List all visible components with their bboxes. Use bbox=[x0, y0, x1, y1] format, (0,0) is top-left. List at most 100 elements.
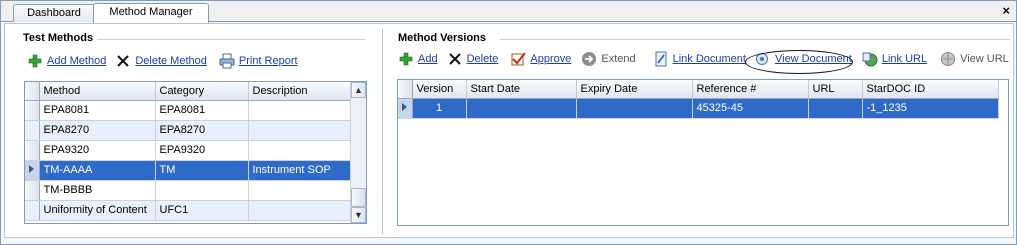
table-row-selected[interactable]: TM-AAAA TM Instrument SOP bbox=[25, 160, 352, 181]
start-date-cell[interactable] bbox=[466, 98, 577, 119]
link-url-button[interactable]: Link URL bbox=[862, 51, 927, 67]
method-versions-toolbar: Add Delete Approve Extend Link Document … bbox=[398, 51, 1017, 67]
method-cell[interactable]: EPA8081 bbox=[39, 100, 156, 121]
extend-button[interactable]: Extend bbox=[581, 51, 636, 67]
scroll-down-button[interactable]: ▼ bbox=[351, 207, 366, 223]
method-versions-grid: Version Start Date Expiry Date Reference… bbox=[397, 79, 1009, 226]
approve-check-icon bbox=[510, 51, 527, 67]
method-cell[interactable]: EPA8270 bbox=[39, 120, 156, 141]
row-selector[interactable] bbox=[25, 100, 40, 121]
view-url-button[interactable]: View URL bbox=[940, 51, 1009, 67]
expiry-date-cell[interactable] bbox=[576, 98, 693, 119]
extend-arrow-icon bbox=[581, 51, 597, 67]
approve-button[interactable]: Approve bbox=[510, 51, 571, 67]
column-header-start-date[interactable]: Start Date bbox=[466, 80, 577, 99]
link-document-label: Link Document bbox=[672, 53, 746, 65]
delete-version-label: Delete bbox=[466, 53, 499, 65]
row-selector[interactable] bbox=[25, 140, 40, 161]
category-cell[interactable]: EPA8270 bbox=[155, 120, 249, 141]
tab-dashboard[interactable]: Dashboard bbox=[13, 4, 95, 22]
column-header-stardoc-id[interactable]: StarDOC ID bbox=[862, 80, 999, 99]
category-cell[interactable]: EPA8081 bbox=[155, 100, 249, 121]
table-row[interactable]: EPA8081 EPA8081 bbox=[25, 100, 352, 121]
tab-method-manager[interactable]: Method Manager bbox=[93, 3, 209, 23]
x-icon bbox=[115, 53, 131, 69]
link-url-icon bbox=[862, 51, 878, 67]
description-cell[interactable] bbox=[248, 100, 352, 121]
category-cell[interactable] bbox=[155, 180, 249, 201]
section-rule bbox=[500, 39, 1010, 40]
category-cell[interactable]: UFC1 bbox=[155, 200, 249, 221]
method-cell[interactable]: TM-BBBB bbox=[39, 180, 156, 201]
column-header-category[interactable]: Category bbox=[155, 82, 249, 101]
section-rule bbox=[97, 39, 365, 40]
row-header-corner bbox=[25, 82, 40, 101]
vertical-scrollbar[interactable]: ▲ ▼ bbox=[350, 82, 366, 223]
test-methods-grid: Method Category Description EPA8081 EPA8… bbox=[24, 81, 367, 224]
row-selector[interactable] bbox=[25, 200, 40, 221]
url-cell[interactable] bbox=[808, 98, 863, 119]
content-area: Test Methods Add Method Delete Method Pr… bbox=[4, 23, 1014, 238]
link-document-icon bbox=[653, 51, 669, 67]
table-row[interactable]: EPA8270 EPA8270 bbox=[25, 120, 352, 141]
table-row[interactable]: TM-BBBB bbox=[25, 180, 352, 201]
description-cell[interactable] bbox=[248, 180, 352, 201]
table-row-selected[interactable]: 1 45325-45 -1_1235 bbox=[398, 98, 999, 119]
column-header-description[interactable]: Description bbox=[248, 82, 352, 101]
link-url-label: Link URL bbox=[881, 53, 928, 65]
close-tab-button[interactable]: × bbox=[1002, 4, 1010, 18]
current-row-arrow-icon bbox=[29, 165, 34, 173]
extend-label: Extend bbox=[601, 53, 636, 65]
description-cell[interactable] bbox=[248, 200, 352, 221]
category-cell[interactable]: EPA9320 bbox=[155, 140, 249, 161]
table-row[interactable]: EPA9320 EPA9320 bbox=[25, 140, 352, 161]
add-version-button[interactable]: Add bbox=[398, 51, 438, 67]
print-report-label: Print Report bbox=[238, 55, 298, 67]
method-cell[interactable]: TM-AAAA bbox=[39, 160, 156, 181]
method-manager-window: Dashboard Method Manager × Test Methods … bbox=[0, 0, 1017, 245]
stardoc-id-cell[interactable]: -1_1235 bbox=[862, 98, 999, 119]
method-cell[interactable]: Uniformity of Content bbox=[39, 200, 156, 221]
delete-method-label: Delete Method bbox=[135, 55, 207, 67]
plus-icon bbox=[398, 51, 414, 67]
reference-cell[interactable]: 45325-45 bbox=[692, 98, 809, 119]
category-cell[interactable]: TM bbox=[155, 160, 249, 181]
header-row: Version Start Date Expiry Date Reference… bbox=[398, 80, 999, 99]
column-header-expiry-date[interactable]: Expiry Date bbox=[576, 80, 693, 99]
header-row: Method Category Description bbox=[25, 82, 352, 101]
row-selector[interactable] bbox=[25, 180, 40, 201]
current-row-arrow-icon bbox=[402, 103, 407, 111]
test-methods-toolbar: Add Method Delete Method Print Report bbox=[27, 53, 307, 69]
plus-icon bbox=[27, 53, 43, 69]
method-versions-title: Method Versions bbox=[398, 32, 487, 44]
table-row[interactable]: Uniformity of Content UFC1 bbox=[25, 200, 352, 221]
method-cell[interactable]: EPA9320 bbox=[39, 140, 156, 161]
row-selector[interactable] bbox=[25, 160, 40, 181]
print-report-button[interactable]: Print Report bbox=[219, 53, 298, 69]
version-cell[interactable]: 1 bbox=[412, 98, 467, 119]
delete-method-button[interactable]: Delete Method bbox=[115, 53, 207, 69]
test-methods-title: Test Methods bbox=[23, 32, 94, 44]
x-icon bbox=[447, 51, 463, 67]
highlight-ellipse bbox=[745, 50, 853, 74]
link-document-button[interactable]: Link Document bbox=[653, 51, 746, 67]
description-cell[interactable] bbox=[248, 120, 352, 141]
tab-strip: Dashboard Method Manager × bbox=[1, 1, 1016, 23]
column-header-reference[interactable]: Reference # bbox=[692, 80, 809, 99]
row-selector[interactable] bbox=[398, 98, 413, 119]
printer-icon bbox=[219, 53, 235, 69]
row-header-corner bbox=[398, 80, 413, 99]
scroll-thumb[interactable] bbox=[351, 188, 366, 207]
column-header-method[interactable]: Method bbox=[39, 82, 156, 101]
scroll-up-button[interactable]: ▲ bbox=[351, 82, 366, 98]
description-cell[interactable] bbox=[248, 140, 352, 161]
add-version-label: Add bbox=[418, 53, 438, 65]
approve-label: Approve bbox=[530, 53, 572, 65]
add-method-label: Add Method bbox=[47, 55, 107, 67]
description-cell[interactable]: Instrument SOP bbox=[248, 160, 352, 181]
add-method-button[interactable]: Add Method bbox=[27, 53, 106, 69]
column-header-url[interactable]: URL bbox=[808, 80, 863, 99]
delete-version-button[interactable]: Delete bbox=[447, 51, 499, 67]
row-selector[interactable] bbox=[25, 120, 40, 141]
column-header-version[interactable]: Version bbox=[412, 80, 467, 99]
